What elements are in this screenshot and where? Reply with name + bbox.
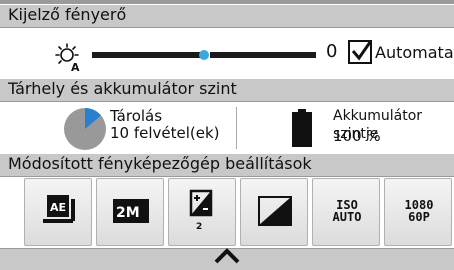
contrast-icon <box>258 196 292 226</box>
battery-full-icon <box>292 109 312 147</box>
slider-fill <box>92 52 200 58</box>
iso-auto-icon: ISO AUTO <box>333 198 362 224</box>
storage-row: Tárolás 10 felvétel(ek) Akkumulátor szin… <box>0 103 454 153</box>
svg-text:A: A <box>71 61 80 73</box>
auto-brightness-label: Automata <box>375 43 454 62</box>
setting-tile-video[interactable]: 1080 60P <box>384 178 452 246</box>
setting-tile-image-size[interactable]: 2M <box>96 178 164 246</box>
storage-section-header: Tárhely és akkumulátor szint <box>0 78 454 102</box>
slider-thumb[interactable] <box>199 50 209 60</box>
slider-track-rest <box>210 52 316 58</box>
setting-tile-iso[interactable]: ISO AUTO <box>312 178 380 246</box>
setting-tile-exposure[interactable]: 2 <box>168 178 236 246</box>
iso-tile-text: ISO AUTO <box>333 198 362 224</box>
setting-tile-contrast[interactable] <box>240 178 308 246</box>
chevron-up-icon[interactable] <box>212 246 242 264</box>
check-icon <box>351 40 372 61</box>
auto-brightness-icon: A <box>55 43 80 73</box>
storage-label: Tárolás <box>110 107 163 125</box>
image-size-icon: 2M <box>113 199 149 223</box>
exposure-compensation-icon: 2 <box>189 189 213 232</box>
image-size-text: 2M <box>116 205 140 221</box>
brightness-slider[interactable] <box>92 50 316 60</box>
brightness-row: A 0 Automata <box>0 29 454 77</box>
auto-brightness-checkbox[interactable] <box>348 40 372 64</box>
ae-metering-icon: AE <box>43 195 75 223</box>
settings-section-header: Módosított fényképezőgép beállítások <box>0 153 454 177</box>
setting-tile-ae[interactable]: AE <box>24 178 92 246</box>
battery-value: 100 % <box>333 127 381 145</box>
brightness-value: 0 <box>326 41 338 62</box>
storage-pie-icon <box>64 108 106 150</box>
storage-count: 10 felvétel(ek) <box>110 124 220 142</box>
video-tile-text: 1080 60P <box>405 198 434 224</box>
exposure-value-text: 2 <box>196 222 202 232</box>
ae-tile-text: AE <box>50 201 66 214</box>
brightness-section-header: Kijelző fényerő <box>0 4 454 28</box>
divider <box>236 107 237 149</box>
video-1080-60p-icon: 1080 60P <box>405 198 434 224</box>
